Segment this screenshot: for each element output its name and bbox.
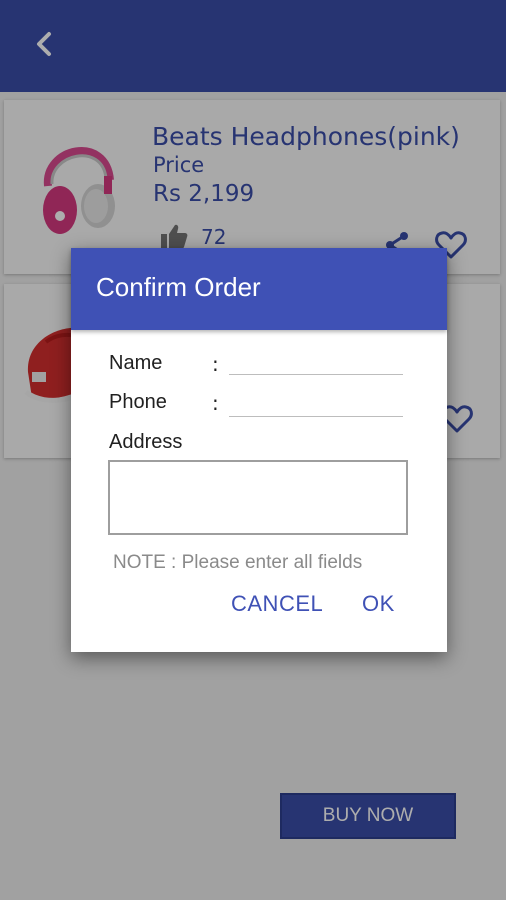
cancel-button[interactable]: CANCEL (231, 591, 323, 617)
dialog-header: Confirm Order (71, 248, 447, 330)
address-input[interactable] (108, 460, 408, 535)
phone-label: Phone (109, 391, 167, 413)
screen: Beats Headphones(pink) Price Rs 2,199 72 (0, 0, 506, 900)
name-input[interactable] (229, 352, 403, 375)
ok-button[interactable]: OK (362, 591, 395, 617)
address-label: Address (109, 431, 183, 453)
name-separator: : (212, 352, 219, 376)
phone-separator: : (212, 391, 219, 415)
name-label: Name (109, 352, 163, 374)
note-text: NOTE : Please enter all fields (113, 552, 363, 573)
dialog-title: Confirm Order (96, 272, 261, 302)
phone-input[interactable] (229, 394, 403, 417)
confirm-order-dialog: Confirm Order Name : Phone : Address NOT… (71, 248, 447, 652)
